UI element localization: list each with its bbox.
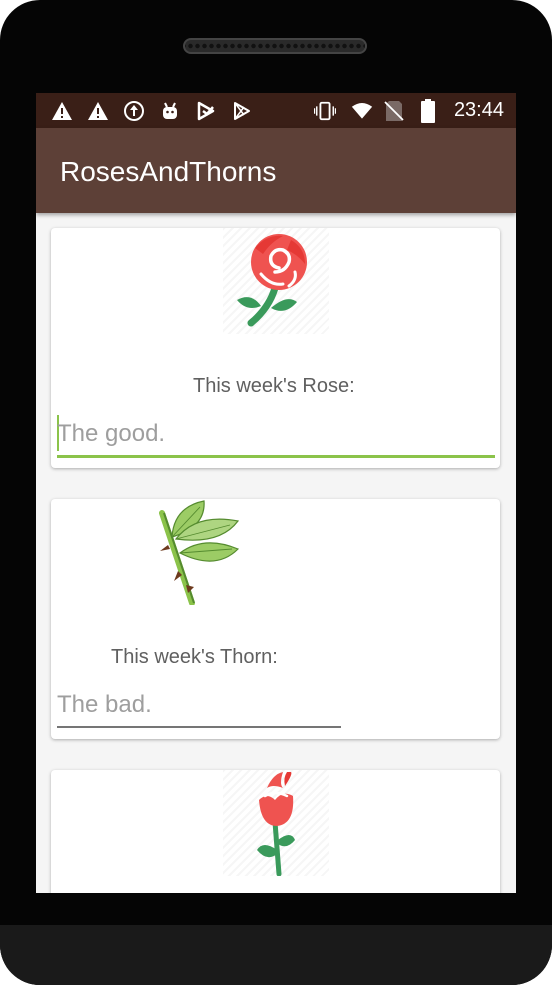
- warning-icon: [51, 100, 73, 122]
- status-bar: 23:44: [36, 93, 516, 128]
- app-bar: RosesAndThorns: [36, 128, 516, 213]
- app-screen: 23:44 RosesAndThorns This week's Rose: T…: [36, 93, 516, 893]
- sync-icon: [123, 100, 145, 122]
- bud-card: [51, 770, 500, 893]
- app-title: RosesAndThorns: [60, 156, 277, 187]
- rose-icon: [223, 228, 329, 334]
- rosebud-icon: [223, 770, 329, 877]
- thorn-card: This week's Thorn: The bad.: [51, 499, 500, 739]
- rose-card: This week's Rose: The good.: [51, 228, 500, 468]
- thorn-input[interactable]: The bad.: [57, 691, 152, 719]
- android-debug-icon: [159, 100, 181, 122]
- battery-icon: [417, 99, 439, 123]
- clock: 23:44: [453, 99, 504, 121]
- thorn-label: This week's Thorn:: [111, 646, 278, 668]
- no-sim-icon: [383, 100, 405, 122]
- wifi-icon: [351, 100, 373, 122]
- rose-input-underline: [57, 455, 495, 458]
- device-frame: 23:44 RosesAndThorns This week's Rose: T…: [0, 0, 552, 985]
- play-store-icon: [195, 100, 217, 122]
- vibrate-icon: [314, 100, 336, 122]
- rose-input[interactable]: The good.: [57, 420, 165, 448]
- thorn-leaf-icon: [146, 499, 252, 606]
- device-chin: [0, 925, 552, 985]
- speaker-grille: [183, 38, 367, 54]
- thorn-input-underline: [57, 726, 341, 728]
- warning-icon: [87, 100, 109, 122]
- rose-label: This week's Rose:: [193, 375, 355, 397]
- play-icon: [231, 100, 253, 122]
